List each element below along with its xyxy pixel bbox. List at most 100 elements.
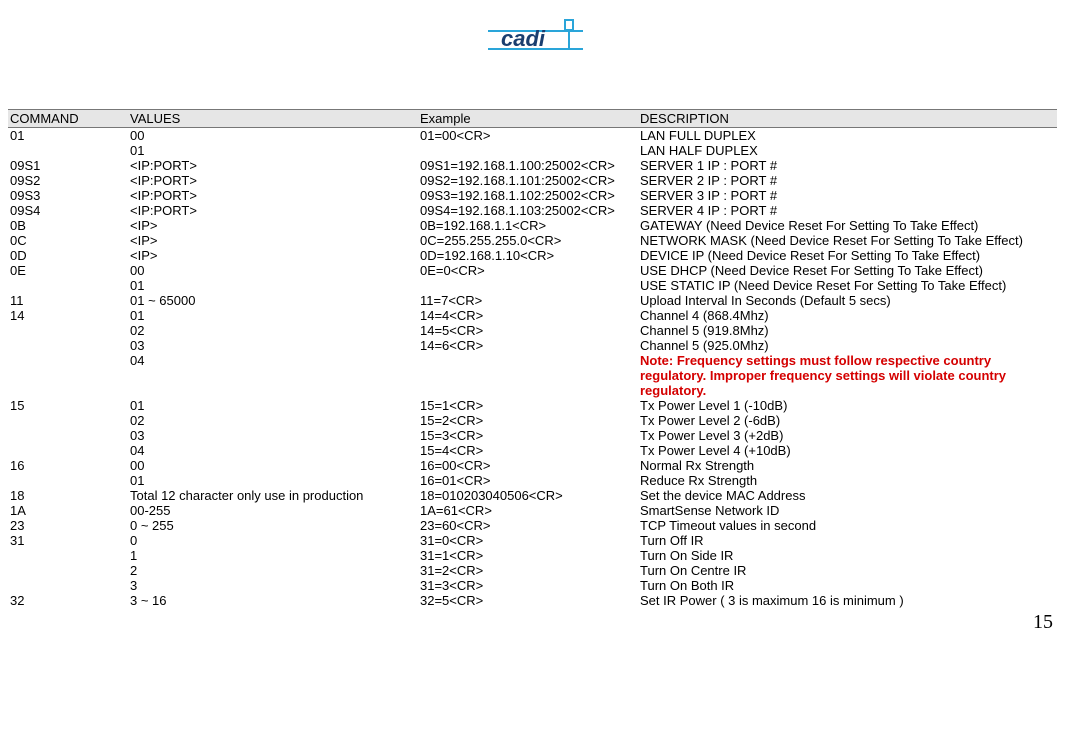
cell-command: 15 xyxy=(8,398,128,413)
cell-values: 3 xyxy=(128,578,418,593)
table-body: 010001=00<CR>LAN FULL DUPLEX 01 LAN HALF D… xyxy=(8,128,1057,609)
cell-description: Turn On Side IR xyxy=(638,548,1057,563)
cell-example: 15=4<CR> xyxy=(418,443,638,458)
cell-description: TCP Timeout values in second xyxy=(638,518,1057,533)
cell-values: 2 xyxy=(128,563,418,578)
cell-description: Turn On Both IR xyxy=(638,578,1057,593)
table-header-row: COMMAND VALUES Example DESCRIPTION xyxy=(8,110,1057,128)
cell-description: USE STATIC IP (Need Device Reset For Set… xyxy=(638,278,1057,293)
cell-example: 11=7<CR> xyxy=(418,293,638,308)
cell-example: 14=5<CR> xyxy=(418,323,638,338)
cell-command xyxy=(8,578,128,593)
cell-command: 09S3 xyxy=(8,188,128,203)
cell-command xyxy=(8,413,128,428)
table-row: 0415=4<CR>Tx Power Level 4 (+10dB) xyxy=(8,443,1057,458)
cell-values: 04 xyxy=(128,353,418,398)
cell-description: USE DHCP (Need Device Reset For Setting … xyxy=(638,263,1057,278)
cell-command: 0B xyxy=(8,218,128,233)
cell-description: NETWORK MASK (Need Device Reset For Sett… xyxy=(638,233,1057,248)
cell-description: Channel 4 (868.4Mhz) xyxy=(638,308,1057,323)
cell-command: 14 xyxy=(8,308,128,323)
cell-example: 16=00<CR> xyxy=(418,458,638,473)
table-row: 09S3<IP:PORT>09S3=192.168.1.102:25002<CR… xyxy=(8,188,1057,203)
cell-command: 09S2 xyxy=(8,173,128,188)
cell-values: <IP:PORT> xyxy=(128,203,418,218)
table-row: 0314=6<CR>Channel 5 (925.0Mhz) xyxy=(8,338,1057,353)
table-row: 231=2<CR>Turn On Centre IR xyxy=(8,563,1057,578)
cell-values: 04 xyxy=(128,443,418,458)
cell-command: 09S1 xyxy=(8,158,128,173)
cell-description: Reduce Rx Strength xyxy=(638,473,1057,488)
cell-values: 00-255 xyxy=(128,503,418,518)
cell-description: Note: Frequency settings must follow res… xyxy=(638,353,1057,398)
cell-example: 23=60<CR> xyxy=(418,518,638,533)
cell-command: 0E xyxy=(8,263,128,278)
cell-values: <IP> xyxy=(128,248,418,263)
table-row: 160016=00<CR>Normal Rx Strength xyxy=(8,458,1057,473)
table-row: 0D<IP>0D=192.168.1.10<CR>DEVICE IP (Need… xyxy=(8,248,1057,263)
cell-example: 18=010203040506<CR> xyxy=(418,488,638,503)
cell-values: 00 xyxy=(128,128,418,144)
table-row: 0E000E=0<CR>USE DHCP (Need Device Reset … xyxy=(8,263,1057,278)
cell-command: 0D xyxy=(8,248,128,263)
table-row: 31031=0<CR>Turn Off IR xyxy=(8,533,1057,548)
cell-values: <IP:PORT> xyxy=(128,173,418,188)
cell-example: 1A=61<CR> xyxy=(418,503,638,518)
cell-description: Tx Power Level 3 (+2dB) xyxy=(638,428,1057,443)
cell-example: 0D=192.168.1.10<CR> xyxy=(418,248,638,263)
cell-example xyxy=(418,143,638,158)
cell-description: Set the device MAC Address xyxy=(638,488,1057,503)
cell-example: 0B=192.168.1.1<CR> xyxy=(418,218,638,233)
cell-description: SERVER 4 IP : PORT # xyxy=(638,203,1057,218)
cell-values: 0 xyxy=(128,533,418,548)
header-description: DESCRIPTION xyxy=(638,110,1057,128)
cell-description: Turn On Centre IR xyxy=(638,563,1057,578)
cell-example: 15=1<CR> xyxy=(418,398,638,413)
cell-description: SERVER 2 IP : PORT # xyxy=(638,173,1057,188)
header-values: VALUES xyxy=(128,110,418,128)
cell-description: Tx Power Level 1 (-10dB) xyxy=(638,398,1057,413)
cell-example xyxy=(418,278,638,293)
cell-command: 23 xyxy=(8,518,128,533)
cell-description: Turn Off IR xyxy=(638,533,1057,548)
cell-command xyxy=(8,428,128,443)
table-row: 1A00-2551A=61<CR>SmartSense Network ID xyxy=(8,503,1057,518)
cell-command: 31 xyxy=(8,533,128,548)
cell-command: 0C xyxy=(8,233,128,248)
table-row: 18Total 12 character only use in product… xyxy=(8,488,1057,503)
cell-example: 15=3<CR> xyxy=(418,428,638,443)
page-number: 15 xyxy=(1033,611,1053,634)
cell-example: 31=1<CR> xyxy=(418,548,638,563)
cell-command: 18 xyxy=(8,488,128,503)
cell-command xyxy=(8,563,128,578)
cell-values: 01 xyxy=(128,473,418,488)
table-row: 131=1<CR>Turn On Side IR xyxy=(8,548,1057,563)
cell-command xyxy=(8,143,128,158)
cell-example: 01=00<CR> xyxy=(418,128,638,144)
cell-command xyxy=(8,338,128,353)
table-row: 150115=1<CR>Tx Power Level 1 (-10dB) xyxy=(8,398,1057,413)
command-table: COMMAND VALUES Example DESCRIPTION 01000… xyxy=(8,109,1057,608)
cell-values: 03 xyxy=(128,428,418,443)
cell-example: 31=2<CR> xyxy=(418,563,638,578)
table-row: 0315=3<CR>Tx Power Level 3 (+2dB) xyxy=(8,428,1057,443)
cell-example: 09S4=192.168.1.103:25002<CR> xyxy=(418,203,638,218)
cell-values: 3 ~ 16 xyxy=(128,593,418,608)
cell-command: 1A xyxy=(8,503,128,518)
table-row: 010001=00<CR>LAN FULL DUPLEX xyxy=(8,128,1057,144)
cell-values: <IP:PORT> xyxy=(128,188,418,203)
table-row: 230 ~ 25523=60<CR>TCP Timeout values in … xyxy=(8,518,1057,533)
cell-description: LAN HALF DUPLEX xyxy=(638,143,1057,158)
table-row: 09S2<IP:PORT>09S2=192.168.1.101:25002<CR… xyxy=(8,173,1057,188)
table-row: 331=3<CR>Turn On Both IR xyxy=(8,578,1057,593)
table-row: 0B<IP>0B=192.168.1.1<CR>GATEWAY (Need De… xyxy=(8,218,1057,233)
cell-description: SERVER 3 IP : PORT # xyxy=(638,188,1057,203)
cell-command: 11 xyxy=(8,293,128,308)
cell-values: <IP:PORT> xyxy=(128,158,418,173)
cell-values: 0 ~ 255 xyxy=(128,518,418,533)
cell-description: Channel 5 (925.0Mhz) xyxy=(638,338,1057,353)
table-row: 09S1<IP:PORT>09S1=192.168.1.100:25002<CR… xyxy=(8,158,1057,173)
cell-values: 01 xyxy=(128,278,418,293)
table-row: 09S4<IP:PORT>09S4=192.168.1.103:25002<CR… xyxy=(8,203,1057,218)
cell-values: <IP> xyxy=(128,218,418,233)
